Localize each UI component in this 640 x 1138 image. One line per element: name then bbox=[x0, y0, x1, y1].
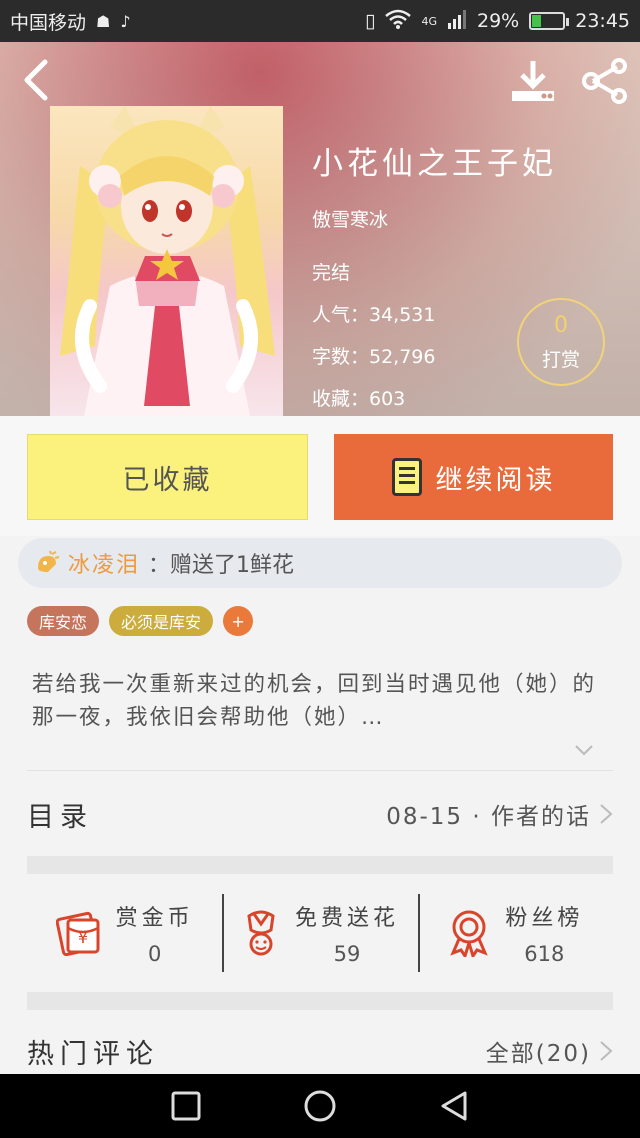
divider bbox=[27, 770, 613, 771]
gift-bell-icon bbox=[38, 550, 60, 572]
hot-comments-label: 热门评论 bbox=[27, 1038, 159, 1070]
continue-reading-button[interactable]: 继续阅读 bbox=[334, 434, 613, 520]
share-icon bbox=[582, 58, 627, 104]
section-separator bbox=[27, 992, 613, 1010]
tip-button[interactable]: 0 打赏 bbox=[517, 298, 605, 386]
tiktok-icon: ♪ bbox=[120, 11, 131, 31]
stats-row: ¥ 赏金币 0 免费送花 59 粉丝榜 618 bbox=[27, 874, 613, 992]
app-notification-icon: ☗ bbox=[96, 11, 111, 31]
battery-percent: 29% bbox=[477, 10, 520, 32]
tag-item[interactable]: 库安恋 bbox=[27, 606, 100, 636]
toc-label: 目录 bbox=[27, 801, 93, 833]
coin-reward-stat[interactable]: ¥ 赏金币 0 bbox=[27, 874, 222, 992]
tip-count: 0 bbox=[554, 312, 568, 338]
continue-reading-label: 继续阅读 bbox=[435, 464, 556, 496]
book-cover-image[interactable] bbox=[50, 106, 283, 416]
hot-comments-header[interactable]: 热门评论 全部(20) bbox=[27, 1028, 613, 1074]
signal-icon bbox=[447, 9, 467, 34]
section-separator bbox=[27, 856, 613, 874]
stat-value: 0 bbox=[147, 942, 162, 966]
clock: 23:45 bbox=[575, 10, 630, 32]
vibrate-icon: ▯ bbox=[365, 10, 376, 32]
system-navigation-bar bbox=[0, 1074, 640, 1138]
back-nav-button[interactable] bbox=[439, 1090, 469, 1122]
chevron-right-icon bbox=[600, 804, 613, 824]
add-tag-button[interactable]: + bbox=[223, 606, 254, 636]
wifi-icon bbox=[385, 9, 412, 34]
tag-list: 库安恋 必须是库安 + bbox=[27, 606, 254, 636]
action-bar: 已收藏 继续阅读 bbox=[0, 416, 640, 536]
tip-label: 打赏 bbox=[541, 348, 580, 371]
favorited-button[interactable]: 已收藏 bbox=[27, 434, 308, 520]
medal-icon bbox=[450, 910, 489, 957]
stat-label: 免费送花 bbox=[294, 906, 399, 931]
gift-user[interactable]: 冰凌泪 bbox=[68, 547, 140, 579]
tag-item[interactable]: 必须是库安 bbox=[109, 606, 214, 636]
chevron-down-icon[interactable] bbox=[574, 740, 594, 760]
status-bar: 中国移动 ☗ ♪ ▯ 4G 29% 23:45 bbox=[0, 0, 640, 42]
chevron-left-icon bbox=[24, 59, 48, 101]
table-of-contents-row[interactable]: 目录 08-15 · 作者的话 bbox=[27, 772, 613, 856]
network-type-label: 4G bbox=[421, 14, 437, 28]
book-title: 小花仙之王子妃 bbox=[312, 146, 557, 182]
stat-value: 59 bbox=[333, 942, 361, 966]
chevron-right-icon bbox=[600, 1041, 613, 1061]
gift-notice[interactable]: 冰凌泪 ：赠送了1鲜花 bbox=[18, 538, 622, 588]
gift-text: ：赠送了1鲜花 bbox=[148, 553, 295, 578]
book-icon bbox=[391, 458, 422, 496]
all-comments-link[interactable]: 全部(20) bbox=[486, 1034, 591, 1068]
back-button[interactable] bbox=[14, 58, 58, 102]
fan-ranking-stat[interactable]: 粉丝榜 618 bbox=[417, 874, 613, 992]
book-popularity: 人气：34,531 bbox=[312, 304, 436, 326]
book-author[interactable]: 傲雪寒冰 bbox=[312, 205, 388, 232]
download-icon bbox=[512, 61, 554, 101]
battery-icon bbox=[529, 12, 570, 30]
carrier-label: 中国移动 bbox=[10, 11, 87, 34]
share-button[interactable] bbox=[580, 56, 630, 106]
stat-value: 618 bbox=[524, 942, 565, 966]
book-header: 小花仙之王子妃 傲雪寒冰 完结 人气：34,531 字数：52,796 收藏：6… bbox=[0, 42, 640, 416]
stat-label: 赏金币 bbox=[115, 906, 194, 931]
recent-apps-button[interactable] bbox=[171, 1091, 201, 1121]
red-envelope-icon: ¥ bbox=[55, 911, 100, 956]
favorited-label: 已收藏 bbox=[122, 464, 213, 496]
toc-latest-chapter: 08-15 · 作者的话 bbox=[386, 804, 591, 830]
stat-label: 粉丝榜 bbox=[505, 906, 584, 931]
flower-icon bbox=[247, 910, 275, 956]
download-button[interactable] bbox=[508, 56, 558, 106]
home-button[interactable] bbox=[303, 1089, 337, 1123]
book-status: 完结 bbox=[312, 262, 351, 284]
free-flower-stat[interactable]: 免费送花 59 bbox=[222, 874, 417, 992]
book-word-count: 字数：52,796 bbox=[312, 346, 436, 368]
book-favorites: 收藏：603 bbox=[312, 388, 406, 410]
book-description[interactable]: 若给我一次重新来过的机会，回到当时遇见他（她）的那一夜，我依旧会帮助他（她）… bbox=[32, 668, 612, 734]
